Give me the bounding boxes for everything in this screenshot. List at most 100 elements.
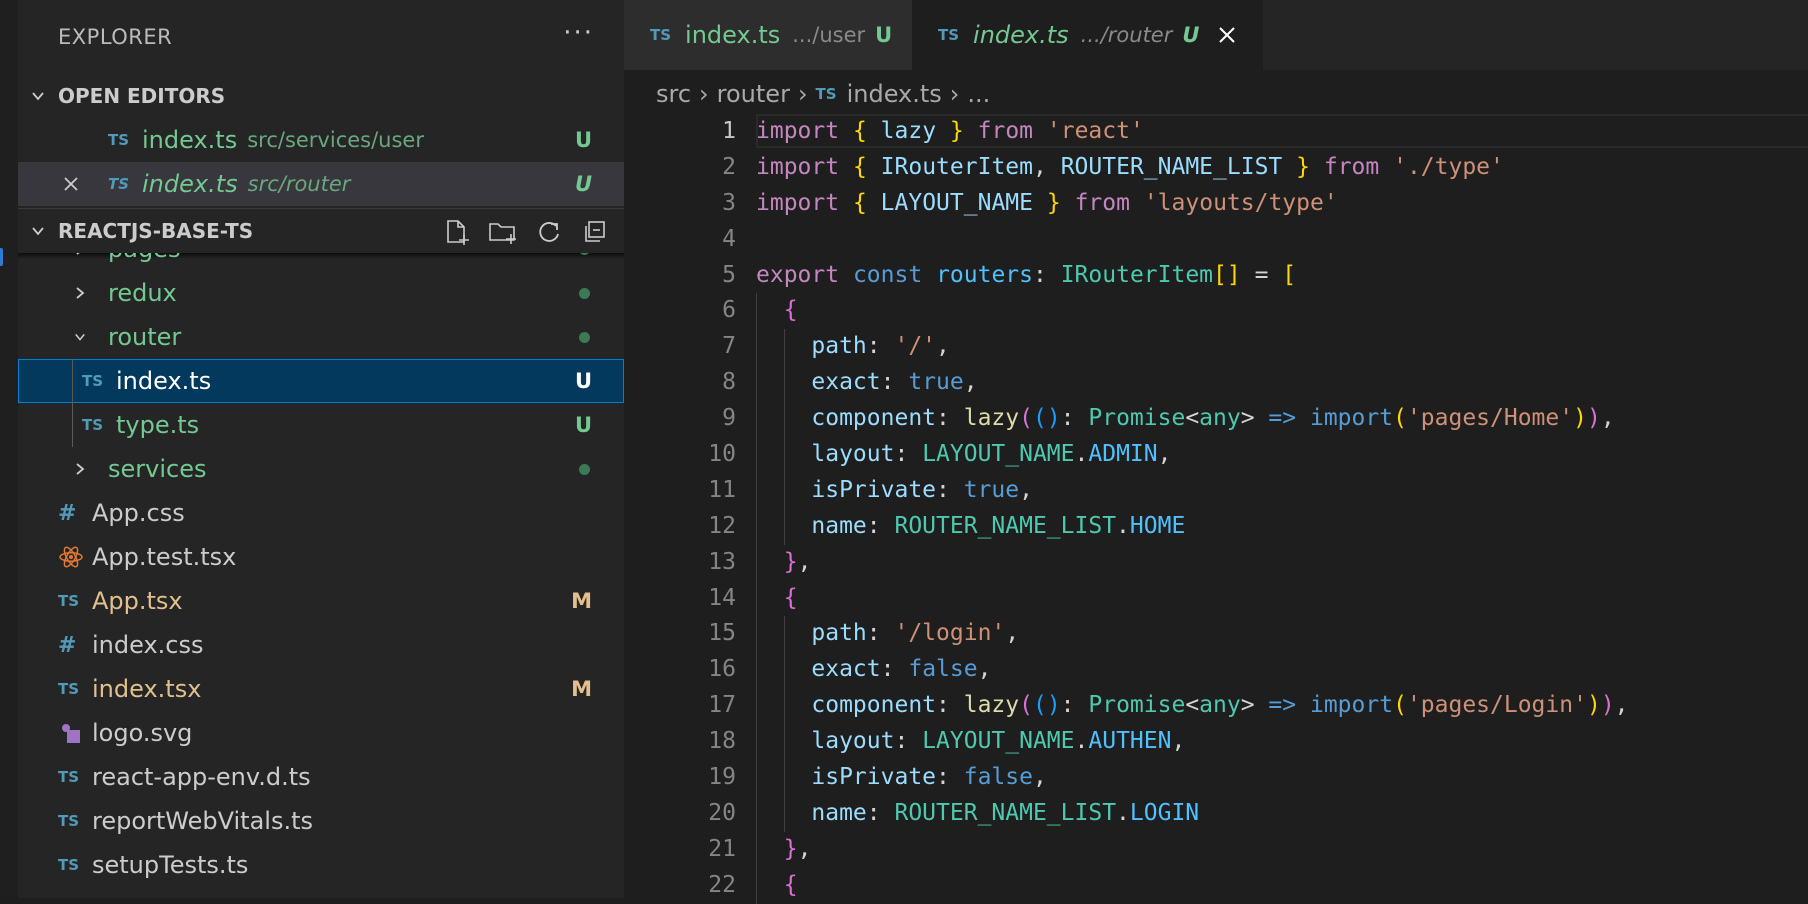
status-badge: M bbox=[571, 677, 592, 701]
line-number: 1 bbox=[722, 118, 736, 144]
status-badge: M bbox=[571, 589, 592, 613]
tab-user-index[interactable]: TS index.ts .../user U bbox=[624, 0, 912, 70]
code-line: 6 { bbox=[624, 293, 1808, 330]
code-line: 9 component: lazy((): Promise<any> => im… bbox=[624, 401, 1808, 438]
tab-router-index[interactable]: TS index.ts .../router U bbox=[912, 0, 1264, 70]
line-number: 15 bbox=[708, 620, 736, 647]
status-badge: U bbox=[574, 369, 592, 393]
tree-folder-redux[interactable]: redux bbox=[18, 271, 624, 315]
typescript-file-icon: TS bbox=[650, 26, 672, 44]
code-line: 10 layout: LAYOUT_NAME.ADMIN, bbox=[624, 437, 1808, 473]
tree-file-report-web-vitals[interactable]: TS reportWebVitals.ts bbox=[18, 799, 624, 843]
activity-bar-edge bbox=[0, 0, 18, 898]
line-number: 10 bbox=[708, 441, 736, 468]
chevron-down-icon bbox=[18, 89, 58, 103]
react-icon bbox=[58, 544, 92, 570]
code-editor[interactable]: 1 import { lazy } from 'react' 2 import { … bbox=[624, 114, 1808, 904]
code-line: 2 import { IRouterItem, ROUTER_NAME_LIST … bbox=[624, 150, 1808, 186]
line-number: 8 bbox=[722, 369, 736, 396]
tree-file-logo-svg[interactable]: logo.svg bbox=[18, 711, 624, 755]
close-icon[interactable] bbox=[62, 175, 80, 193]
tree-file-app-tsx[interactable]: TS App.tsx M bbox=[18, 579, 624, 623]
breadcrumb-router[interactable]: router bbox=[717, 80, 790, 108]
code-line: 20 name: ROUTER_NAME_LIST.LOGIN bbox=[624, 795, 1808, 832]
status-dot bbox=[579, 287, 590, 299]
collapse-all-icon[interactable] bbox=[578, 217, 612, 247]
typescript-file-icon: TS bbox=[58, 856, 80, 874]
chevron-right-icon: › bbox=[699, 80, 709, 108]
line-number: 2 bbox=[722, 153, 736, 180]
line-number: 5 bbox=[722, 261, 736, 288]
line-number: 14 bbox=[708, 584, 736, 611]
code-line: 4 bbox=[624, 222, 1808, 258]
typescript-file-icon: TS bbox=[108, 175, 130, 193]
code-line: 11 isPrivate: true, bbox=[624, 472, 1808, 509]
open-editors-header[interactable]: OPEN EDITORS bbox=[18, 74, 624, 118]
more-actions-icon[interactable]: ··· bbox=[563, 18, 594, 48]
tree-file-index-ts[interactable]: TS index.ts U bbox=[18, 359, 624, 403]
breadcrumb: src › router › TS index.ts › ... bbox=[624, 70, 1808, 118]
code-line: 18 layout: LAYOUT_NAME.AUTHEN, bbox=[624, 724, 1808, 761]
code-line: 19 isPrivate: false, bbox=[624, 760, 1808, 796]
tree-file-setup-tests[interactable]: TS setupTests.ts bbox=[18, 843, 624, 887]
breadcrumb-more[interactable]: ... bbox=[967, 80, 990, 108]
tree-folder-pages[interactable]: pages bbox=[18, 253, 624, 271]
chevron-right-icon bbox=[70, 253, 90, 256]
line-number: 16 bbox=[708, 656, 736, 683]
typescript-file-icon: TS bbox=[108, 131, 130, 149]
status-badge: U bbox=[1182, 23, 1200, 47]
typescript-file-icon: TS bbox=[938, 26, 960, 44]
code-line: 8 exact: true, bbox=[624, 365, 1808, 402]
line-number: 19 bbox=[708, 764, 736, 791]
code-line: 12 name: ROUTER_NAME_LIST.HOME bbox=[624, 508, 1808, 545]
new-file-icon[interactable] bbox=[440, 217, 474, 247]
line-number: 17 bbox=[708, 692, 736, 719]
code-line: 22 { bbox=[624, 867, 1808, 904]
new-folder-icon[interactable] bbox=[486, 217, 520, 247]
status-dot bbox=[579, 463, 590, 475]
status-badge: U bbox=[875, 23, 893, 47]
breadcrumb-src[interactable]: src bbox=[656, 80, 691, 108]
status-dot bbox=[579, 331, 590, 343]
file-name: index.ts bbox=[142, 126, 238, 154]
tree-folder-services[interactable]: services bbox=[18, 447, 624, 491]
typescript-file-icon: TS bbox=[58, 680, 80, 698]
code-line: 21 }, bbox=[624, 831, 1808, 868]
line-number: 11 bbox=[708, 476, 736, 503]
editor-area: TS index.ts .../user U TS index.ts .../r… bbox=[624, 0, 1808, 904]
chevron-down-icon bbox=[18, 224, 58, 238]
code-line: 1 import { lazy } from 'react' bbox=[624, 114, 1808, 150]
tree-folder-router[interactable]: router bbox=[18, 315, 624, 359]
file-tree: pages redux router TS index.ts U bbox=[18, 253, 624, 898]
close-tab-icon[interactable] bbox=[1217, 25, 1237, 45]
tree-file-index-css[interactable]: # index.css bbox=[18, 623, 624, 667]
tree-file-index-tsx[interactable]: TS index.tsx M bbox=[18, 667, 624, 711]
tree-file-type-ts[interactable]: TS type.ts U bbox=[18, 403, 624, 447]
active-indicator bbox=[0, 248, 3, 266]
breadcrumb-file[interactable]: index.ts bbox=[847, 80, 942, 108]
tree-file-app-css[interactable]: # App.css bbox=[18, 491, 624, 535]
status-dot bbox=[579, 253, 590, 255]
code-line: 3 import { LAYOUT_NAME } from 'layouts/ty… bbox=[624, 186, 1808, 222]
open-editor-item-active[interactable]: TS index.ts src/router U bbox=[18, 162, 624, 206]
project-header[interactable]: REACTJS-BASE-TS bbox=[18, 208, 624, 253]
typescript-file-icon: TS bbox=[82, 416, 104, 434]
typescript-file-icon: TS bbox=[58, 812, 80, 830]
line-number: 18 bbox=[708, 728, 736, 755]
code-line: 15 path: '/login', bbox=[624, 616, 1808, 653]
code-line: 5 export const routers: IRouterItem[] = [ bbox=[624, 258, 1808, 294]
open-editor-item[interactable]: TS index.ts src/services/user U bbox=[18, 118, 624, 162]
chevron-right-icon bbox=[70, 286, 90, 300]
css-file-icon: # bbox=[58, 500, 77, 526]
chevron-right-icon: › bbox=[949, 80, 960, 108]
tree-file-app-test-tsx[interactable]: App.test.tsx bbox=[18, 535, 624, 579]
status-badge: U bbox=[574, 172, 592, 196]
status-badge: U bbox=[574, 128, 592, 152]
refresh-icon[interactable] bbox=[532, 217, 566, 247]
line-number: 6 bbox=[722, 297, 736, 324]
typescript-file-icon: TS bbox=[82, 372, 104, 390]
typescript-file-icon: TS bbox=[815, 85, 837, 103]
line-number: 12 bbox=[708, 512, 736, 539]
explorer-sidebar: EXPLORER ··· OPEN EDITORS TS index.ts sr… bbox=[18, 0, 624, 898]
tree-file-react-app-env[interactable]: TS react-app-env.d.ts bbox=[18, 755, 624, 799]
